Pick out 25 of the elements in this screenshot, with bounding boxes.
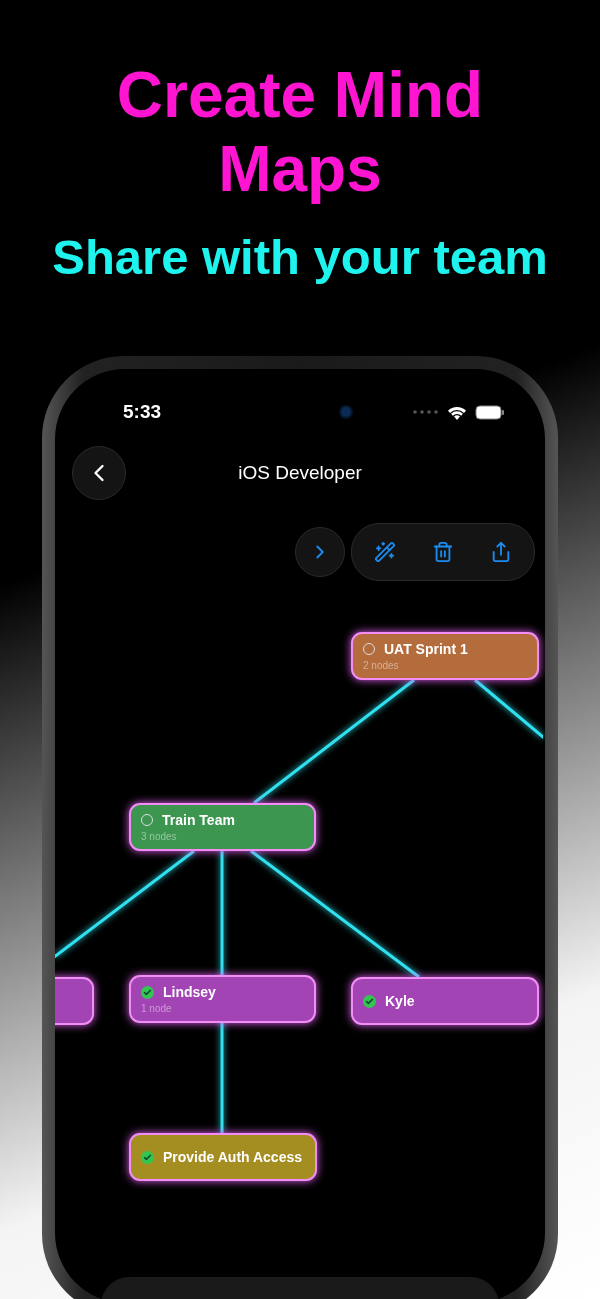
mind-map-node[interactable]: Provide Auth Access (129, 1133, 317, 1181)
mind-map-node[interactable]: Lindsey 1 node (129, 975, 316, 1023)
camera-icon (341, 407, 352, 417)
wifi-icon (447, 404, 467, 420)
back-button[interactable] (72, 446, 126, 500)
headline-title: Create Mind Maps (115, 58, 485, 206)
nav-title: iOS Developer (238, 462, 362, 484)
node-count: 1 node (141, 1003, 173, 1014)
check-icon[interactable] (141, 1150, 154, 1164)
node-title: Lindsey (163, 984, 216, 1000)
node-count: 3 nodes (141, 831, 178, 842)
headline-subtitle: Share with your team (52, 229, 548, 286)
mind-map-node[interactable]: Kyle (351, 977, 539, 1025)
check-icon[interactable] (141, 985, 154, 999)
mind-map-node[interactable]: Train Team 3 nodes (129, 803, 316, 851)
signal-icon (413, 410, 439, 414)
node-count: 2 nodes (363, 660, 400, 671)
node-title: Kyle (385, 993, 415, 1009)
node-title: Provide Auth Access (163, 1149, 302, 1165)
battery-icon (475, 404, 505, 420)
node-title: Train Team (162, 812, 235, 828)
check-icon[interactable] (363, 994, 376, 1008)
status-time: 5:33 (123, 401, 162, 423)
mind-map-node[interactable]: UAT Sprint 1 2 nodes (351, 632, 539, 680)
node-title: UAT Sprint 1 (384, 641, 468, 657)
